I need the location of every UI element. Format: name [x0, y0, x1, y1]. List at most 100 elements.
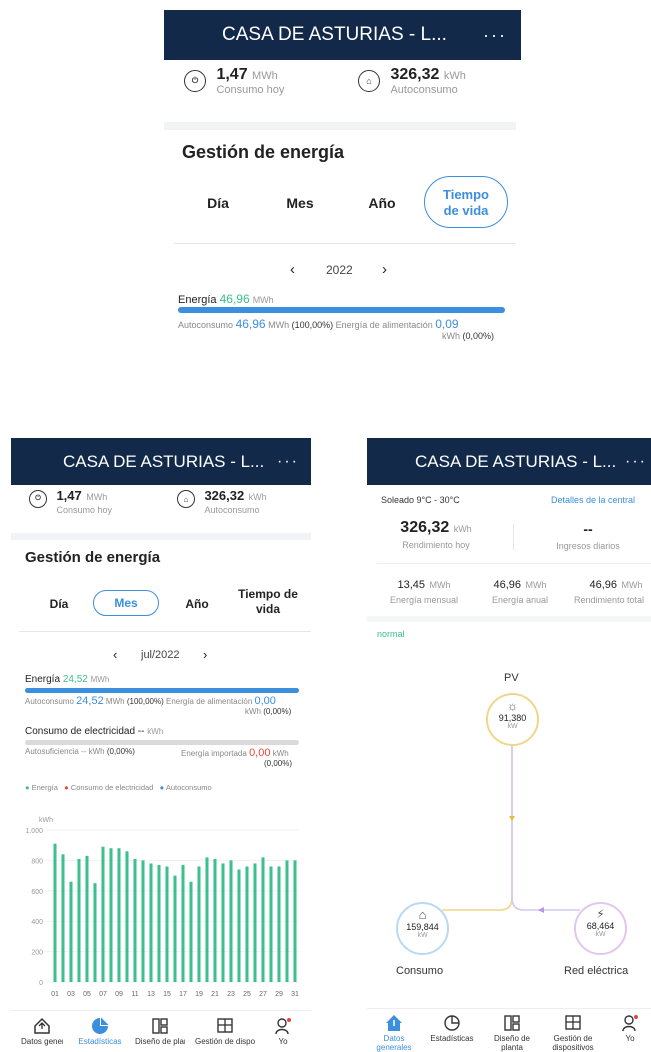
- more-menu-button[interactable]: ···: [483, 25, 507, 46]
- nav-plant-layout[interactable]: Diseño de planta: [135, 1017, 185, 1047]
- chart-legend: ● Energía ● Consumo de electricidad ● Au…: [25, 783, 212, 792]
- tab-month[interactable]: Mes: [93, 590, 159, 616]
- nav-devices[interactable]: Gestión de dispositivos: [543, 1014, 603, 1052]
- consumption-value: 1,47: [56, 488, 82, 503]
- energy-bar: [261, 857, 265, 982]
- annual-unit: MWh: [525, 580, 547, 590]
- pv-label: PV: [504, 672, 519, 684]
- annual-value: 46,96: [493, 579, 522, 591]
- bottom-nav: Datos generales Estadísticas Diseño de p…: [11, 1010, 311, 1052]
- period-next-button[interactable]: ›: [203, 647, 207, 662]
- grid-node[interactable]: ⚡ 68,464 kW: [574, 902, 627, 955]
- load-node[interactable]: ⌂ 159,844 kW: [396, 902, 449, 955]
- period-prev-button[interactable]: ‹: [290, 261, 295, 278]
- plug-24h-icon: ⏻: [29, 490, 47, 508]
- section-heading: Gestión de energía: [182, 142, 345, 162]
- legend-self-consumption[interactable]: ● Autoconsumo: [160, 783, 212, 792]
- tab-lifetime[interactable]: Tiempo de vida: [424, 176, 508, 228]
- tab-day[interactable]: Día: [41, 597, 77, 611]
- nav-overview-label: Datos generales: [376, 1034, 412, 1052]
- monthly-energy-chart[interactable]: kWh 0 200 400 600 800 1.000 01 03 05 07 09 11 13 15 17 1…: [11, 810, 311, 1010]
- y-tick-label: 0: [39, 980, 43, 987]
- self-consumption-bar: [25, 688, 299, 693]
- energy-label: Energía: [25, 674, 61, 685]
- app-header: CASA DE ASTURIAS - L... ···: [164, 10, 521, 60]
- plant-title: CASA DE ASTURIAS - L...: [222, 24, 447, 45]
- tab-day[interactable]: Día: [198, 195, 238, 211]
- plant-title: CASA DE ASTURIAS - L...: [63, 451, 265, 471]
- tab-year[interactable]: Año: [179, 597, 215, 611]
- tab-year[interactable]: Año: [362, 195, 402, 211]
- nav-overview[interactable]: Datos generales: [373, 1014, 415, 1052]
- energy-value: 46,96: [219, 292, 250, 306]
- x-tick-label: 09: [115, 991, 123, 998]
- self-breakdown-value: 24,52: [76, 695, 104, 707]
- import-unit: kWh: [272, 749, 289, 758]
- self-unit: kWh: [248, 492, 267, 502]
- plant-status: normal: [377, 629, 405, 639]
- energy-total: Energía 24,52 MWh: [25, 674, 109, 685]
- tab-lifetime[interactable]: Tiempo de vida: [235, 587, 301, 617]
- self-breakdown-label: Autoconsumo: [178, 320, 234, 330]
- nav-profile[interactable]: Yo: [613, 1014, 647, 1043]
- import-label: Energía importada: [181, 749, 247, 758]
- total-value: 46,96: [589, 579, 618, 591]
- consumption-total: Consumo de electricidad -- kWh: [25, 726, 163, 737]
- nav-devices[interactable]: Gestión de dispositivos: [195, 1017, 255, 1047]
- energy-bar: [157, 864, 161, 982]
- nav-overview[interactable]: Datos generales: [21, 1017, 63, 1047]
- self-label: Autoconsumo: [204, 505, 260, 515]
- pv-node[interactable]: ☼ 91,380 kW: [486, 693, 539, 746]
- nav-profile[interactable]: Yo: [265, 1017, 301, 1046]
- nav-plant-layout[interactable]: Diseño de planta: [489, 1014, 535, 1052]
- x-tick-label: 05: [83, 991, 91, 998]
- more-menu-button[interactable]: ···: [277, 453, 299, 471]
- energy-bar: [197, 866, 201, 982]
- energy-bar: [189, 881, 193, 982]
- user-icon: [275, 1018, 291, 1035]
- consumption-total-label: Consumo de electricidad: [25, 726, 136, 737]
- load-value: 159,844: [406, 922, 439, 932]
- nav-statistics[interactable]: Estadísticas: [73, 1017, 127, 1046]
- daily-income: -- Ingresos diarios: [533, 521, 643, 551]
- energy-bar: [125, 851, 129, 982]
- layout-icon: [504, 1015, 520, 1031]
- house-icon: ⌂: [418, 907, 427, 922]
- more-menu-button[interactable]: ···: [625, 453, 651, 471]
- bottom-nav: Datos generales Estadísticas Diseño de p…: [367, 1008, 651, 1052]
- legend-consumption[interactable]: ● Consumo de electricidad: [64, 783, 153, 792]
- consumption-total-value: --: [137, 726, 145, 737]
- self-breakdown-label: Autoconsumo: [25, 697, 74, 706]
- tab-month[interactable]: Mes: [280, 195, 320, 211]
- layout-icon: [152, 1018, 168, 1034]
- period-prev-button[interactable]: ‹: [113, 647, 117, 662]
- pv-unit: kW: [507, 723, 518, 730]
- energy-total: Energía 46,96 MWh: [178, 292, 274, 306]
- plant-details-link[interactable]: Detalles de la central: [551, 495, 635, 505]
- self-unit: kWh: [443, 70, 466, 82]
- consumption-label: Consumo hoy: [216, 84, 285, 96]
- energy-bar: [53, 843, 57, 982]
- legend-self-label: Autoconsumo: [165, 783, 212, 792]
- grid-unit: kW: [595, 931, 606, 938]
- self-value: 326,32: [204, 488, 245, 503]
- period-label: 2022: [326, 263, 353, 277]
- total-unit: MWh: [621, 580, 643, 590]
- energy-bar: [229, 860, 233, 982]
- nav-statistics[interactable]: Estadísticas: [425, 1014, 479, 1043]
- period-next-button[interactable]: ›: [382, 261, 387, 278]
- section-divider: [11, 533, 311, 540]
- nav-overview-label: Datos generales: [21, 1037, 63, 1046]
- energy-value: 24,52: [62, 674, 88, 685]
- nav-devices-label: Gestión de dispositivos: [552, 1034, 594, 1052]
- home-icon: [34, 1017, 50, 1034]
- total-yield: 46,96 MWh Rendimiento total: [571, 575, 651, 605]
- yield-today: 326,32 kWh Rendimiento hoy: [381, 519, 491, 550]
- daily-income-value: --: [583, 521, 593, 537]
- device-icon: [217, 1018, 233, 1033]
- energy-bar: [133, 858, 137, 982]
- plant-title: CASA DE ASTURIAS - L...: [415, 451, 617, 471]
- energy-bar: [253, 863, 257, 982]
- legend-energy[interactable]: ● Energía: [25, 783, 58, 792]
- self-breakdown-unit: MWh: [268, 320, 290, 330]
